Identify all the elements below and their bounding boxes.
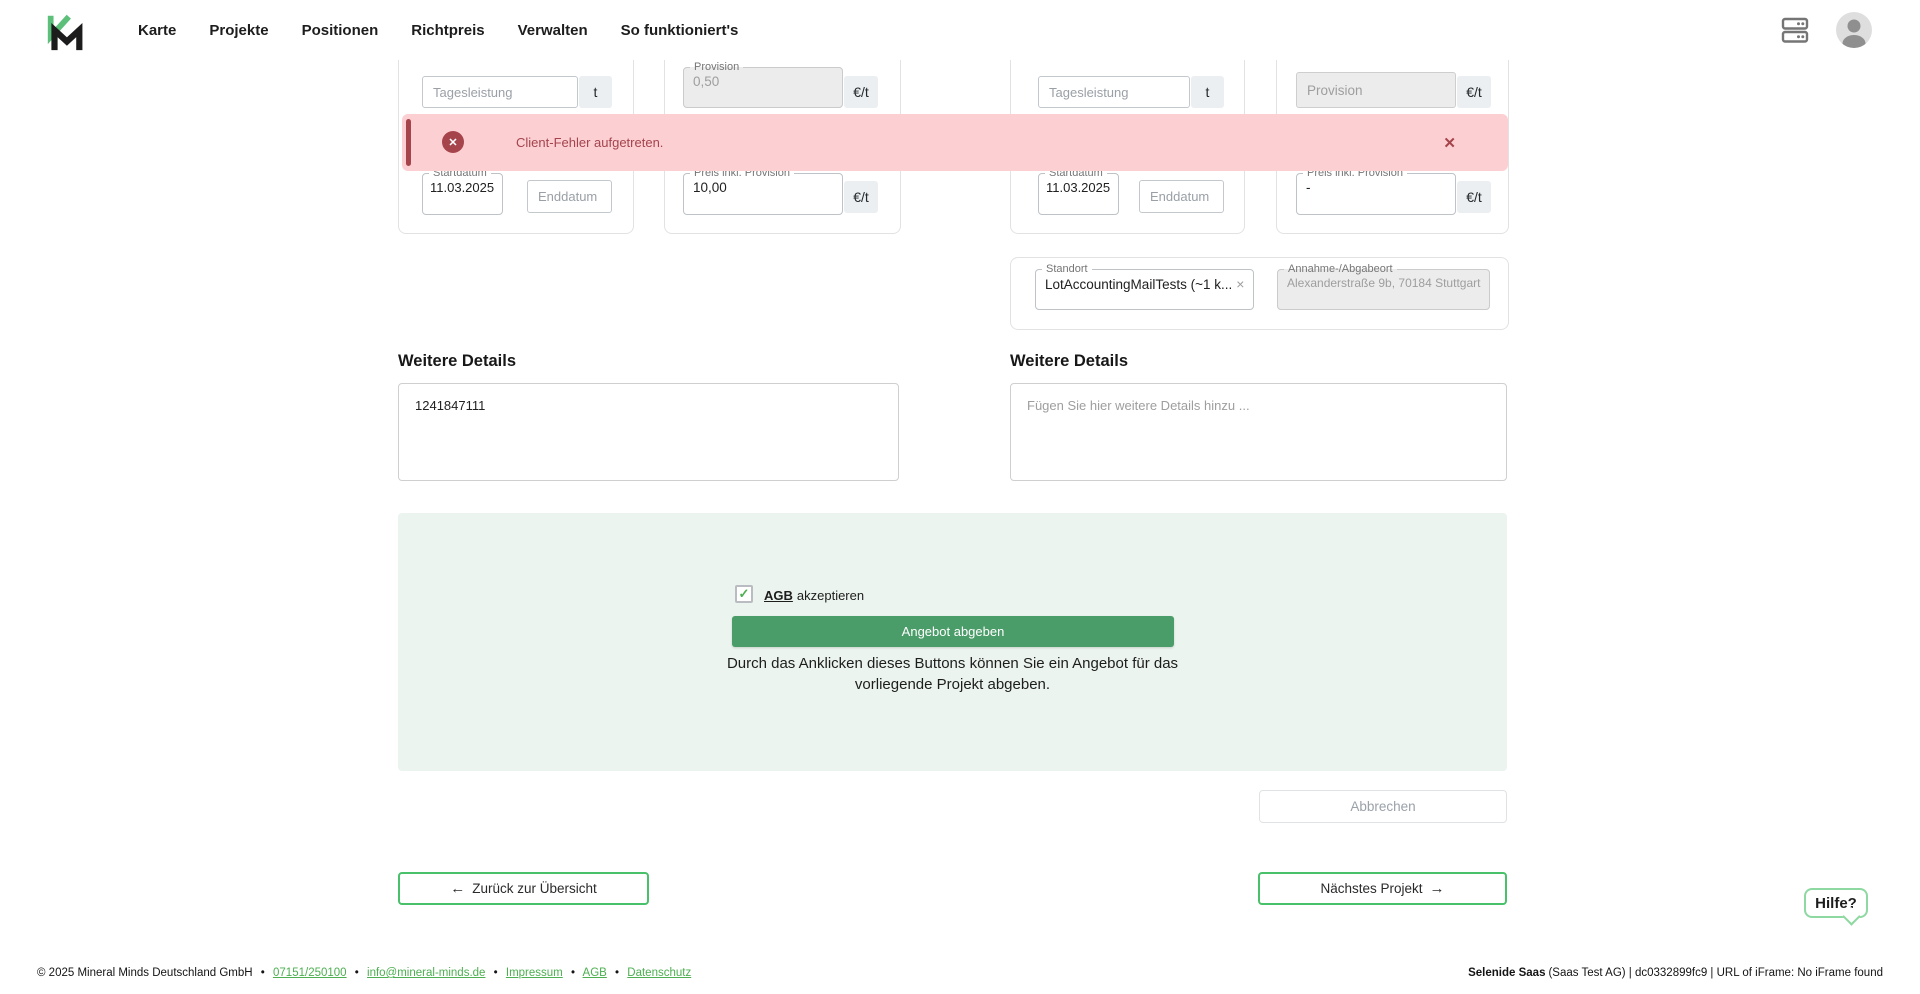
agb-link[interactable]: AGB <box>764 588 793 603</box>
footer-link-impressum[interactable]: Impressum <box>506 967 563 979</box>
check-icon: ✓ <box>739 586 750 602</box>
back-to-overview-button[interactable]: ← Zurück zur Übersicht <box>398 872 649 905</box>
preis-inkl-provision-field-left[interactable]: Preis inkl. Provision 10,00 <box>683 168 843 215</box>
submit-offer-button[interactable]: Angebot abgeben <box>732 616 1174 647</box>
annahme-abgabeort-value: Alexanderstraße 9b, 70184 Stuttgart <box>1278 275 1489 290</box>
tagesleistung-input-left[interactable] <box>422 76 578 108</box>
unit-t-left: t <box>579 76 612 108</box>
next-project-button[interactable]: Nächstes Projekt → <box>1258 872 1507 905</box>
nav-item-projekte[interactable]: Projekte <box>209 22 268 39</box>
submit-section: ✓ AGB akzeptieren Angebot abgeben Durch d… <box>398 513 1507 771</box>
agb-label: AGB akzeptieren <box>764 588 864 603</box>
arrow-right-icon: → <box>1430 880 1445 897</box>
error-icon: ✕ <box>442 131 464 153</box>
footer-env-info: (Saas Test AG) | dc0332899fc9 | URL of i… <box>1548 967 1883 979</box>
footer-link-phone[interactable]: 07151/250100 <box>273 967 347 979</box>
footer: © 2025 Mineral Minds Deutschland GmbH • … <box>0 952 1920 994</box>
error-accent-bar <box>406 119 411 166</box>
close-icon[interactable]: ✕ <box>1443 114 1456 171</box>
footer-link-agb[interactable]: AGB <box>583 967 607 979</box>
clear-icon[interactable]: × <box>1236 276 1244 292</box>
details-heading-left: Weitere Details <box>398 352 516 371</box>
preis-value: 10,00 <box>684 179 842 195</box>
standort-field[interactable]: Standort LotAccountingMailTests (~1 k...… <box>1035 264 1254 310</box>
unit-eur-t-right-2: €/t <box>1457 181 1491 213</box>
help-button[interactable]: Hilfe? <box>1804 888 1868 918</box>
nav-item-verwalten[interactable]: Verwalten <box>518 22 588 39</box>
standort-label: Standort <box>1042 264 1092 275</box>
unit-eur-t-left-2: €/t <box>844 181 878 213</box>
details-heading-right: Weitere Details <box>1010 352 1128 371</box>
provision-input-right <box>1296 72 1456 108</box>
provision-value: 0,50 <box>684 73 842 89</box>
annahme-abgabeort-field: Annahme-/Abgabeort Alexanderstraße 9b, 7… <box>1277 264 1490 310</box>
provision-field-left: Provision 0,50 <box>683 62 843 108</box>
unit-eur-t-right: €/t <box>1457 76 1491 108</box>
details-textarea-left[interactable]: 1241847111 <box>398 383 899 481</box>
startdatum-value: 11.03.2025 <box>1039 179 1118 195</box>
error-message: Client-Fehler aufgetreten. <box>516 114 663 171</box>
preis-inkl-provision-field-right[interactable]: Preis inkl. Provision - <box>1296 168 1456 215</box>
footer-link-datenschutz[interactable]: Datenschutz <box>627 967 691 979</box>
back-button-label: Zurück zur Übersicht <box>472 881 597 896</box>
startdatum-field-right[interactable]: Startdatum 11.03.2025 <box>1038 168 1119 215</box>
agb-checkbox[interactable]: ✓ <box>735 585 753 603</box>
submit-hint: Durch das Anklicken dieses Buttons könne… <box>723 653 1183 695</box>
annahme-abgabeort-label: Annahme-/Abgabeort <box>1284 264 1397 275</box>
nav-item-karte[interactable]: Karte <box>138 22 176 39</box>
preis-value: - <box>1297 179 1455 195</box>
user-avatar-icon[interactable] <box>1836 12 1872 48</box>
footer-link-email[interactable]: info@mineral-minds.de <box>367 967 485 979</box>
nav-item-positionen[interactable]: Positionen <box>302 22 379 39</box>
unit-t-right: t <box>1191 76 1224 108</box>
tagesleistung-input-right[interactable] <box>1038 76 1190 108</box>
enddatum-input-left[interactable] <box>527 180 612 213</box>
startdatum-field-left[interactable]: Startdatum 11.03.2025 <box>422 168 503 215</box>
footer-right: Selenide Saas(Saas Test AG) | dc0332899f… <box>1468 967 1883 979</box>
main-nav: Karte Projekte Positionen Richtpreis Ver… <box>138 0 738 60</box>
next-button-label: Nächstes Projekt <box>1320 881 1422 896</box>
cancel-button[interactable]: Abbrechen <box>1259 790 1507 823</box>
page: t Provision 0,50 €/t Startdatum 11.03.20… <box>0 0 1920 994</box>
nav-item-richtpreis[interactable]: Richtpreis <box>411 22 484 39</box>
provision-label: Provision <box>690 62 743 73</box>
header: Karte Projekte Positionen Richtpreis Ver… <box>0 0 1920 60</box>
startdatum-value: 11.03.2025 <box>423 179 502 195</box>
brand-logo[interactable] <box>44 10 86 52</box>
arrow-left-icon: ← <box>450 880 465 897</box>
nav-item-so-funktionierts[interactable]: So funktioniert's <box>621 22 739 39</box>
footer-left: © 2025 Mineral Minds Deutschland GmbH • … <box>37 967 691 979</box>
enddatum-input-right[interactable] <box>1139 180 1224 213</box>
standort-value: LotAccountingMailTests (~1 k... <box>1045 277 1232 292</box>
details-textarea-right[interactable] <box>1010 383 1507 481</box>
footer-tenant-name: Selenide Saas <box>1468 967 1545 979</box>
error-banner: ✕ Client-Fehler aufgetreten. ✕ <box>402 114 1508 171</box>
unit-eur-t-left: €/t <box>844 76 878 108</box>
agb-label-text: akzeptieren <box>797 588 864 603</box>
billing-terminal-icon[interactable] <box>1780 15 1810 45</box>
footer-copyright: © 2025 Mineral Minds Deutschland GmbH <box>37 967 253 979</box>
